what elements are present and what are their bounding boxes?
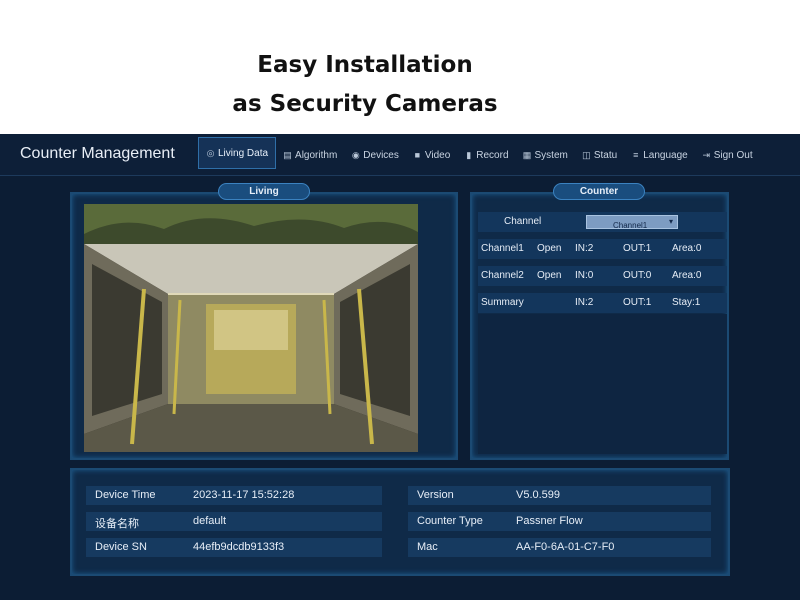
counter-row-out: OUT:0 — [623, 270, 652, 281]
counter-row-status: Open — [537, 270, 562, 281]
field-label: 设备名称 — [95, 518, 139, 530]
field-value: 44efb9dcdb9133f3 — [193, 541, 285, 553]
field-value: V5.0.599 — [516, 489, 561, 501]
device-time-field: Device Time 2023-11-17 15:52:28 — [86, 486, 382, 505]
headline-line-1: Easy Installation — [257, 52, 473, 78]
field-label: Device SN — [95, 541, 147, 553]
field-value: Passner Flow — [516, 515, 583, 527]
field-value: 2023-11-17 15:52:28 — [193, 489, 295, 501]
counter-row: Channel2 Open IN:0 OUT:0 Area:0 — [478, 266, 727, 286]
content-area: Living Counter Channel Channel1 ▾ Channe… — [0, 134, 800, 600]
counter-row-name: Channel2 — [481, 270, 524, 281]
headline-line-2: as Security Cameras — [232, 91, 498, 117]
living-tab[interactable]: Living — [218, 183, 310, 200]
live-video-feed[interactable] — [84, 204, 418, 452]
counter-summary-row: Summary IN:2 OUT:1 Stay:1 — [478, 293, 727, 313]
field-label: Mac — [417, 541, 438, 553]
counter-row-in: IN:2 — [575, 297, 594, 308]
version-field: Version V5.0.599 — [408, 486, 711, 505]
counter-row-extra: Area:0 — [672, 270, 702, 281]
field-value: default — [193, 515, 227, 527]
channel-select[interactable]: Channel1 ▾ — [586, 215, 678, 230]
mac-field: Mac AA-F0-6A-01-C7-F0 — [408, 538, 711, 557]
counter-row-in: IN:2 — [575, 243, 594, 254]
counter-row-out: OUT:1 — [623, 297, 652, 308]
counter-row: Channel1 Open IN:2 OUT:1 Area:0 — [478, 239, 727, 259]
device-name-field: 设备名称 default — [86, 512, 382, 531]
counter-row-extra: Area:0 — [672, 243, 702, 254]
field-label: Device Time — [95, 489, 156, 501]
counter-row-name: Summary — [481, 297, 524, 308]
counter-row-name: Channel1 — [481, 243, 524, 254]
counter-row-extra: Stay:1 — [672, 297, 701, 308]
chevron-down-icon: ▾ — [668, 217, 673, 226]
counter-empty-area — [478, 314, 727, 454]
bus-aisle-camera-image — [84, 204, 418, 452]
channel-select-value: Channel1 — [613, 221, 648, 230]
field-label: Version — [417, 489, 454, 501]
field-value: AA-F0-6A-01-C7-F0 — [516, 541, 615, 553]
counter-type-field: Counter Type Passner Flow — [408, 512, 711, 531]
device-sn-field: Device SN 44efb9dcdb9133f3 — [86, 538, 382, 557]
channel-select-row: Channel Channel1 ▾ — [478, 212, 727, 232]
counter-row-in: IN:0 — [575, 270, 594, 281]
counter-row-status: Open — [537, 243, 562, 254]
counter-tab[interactable]: Counter — [553, 183, 645, 200]
field-label: Counter Type — [417, 515, 483, 527]
channel-label: Channel — [504, 216, 542, 227]
counter-row-out: OUT:1 — [623, 243, 652, 254]
